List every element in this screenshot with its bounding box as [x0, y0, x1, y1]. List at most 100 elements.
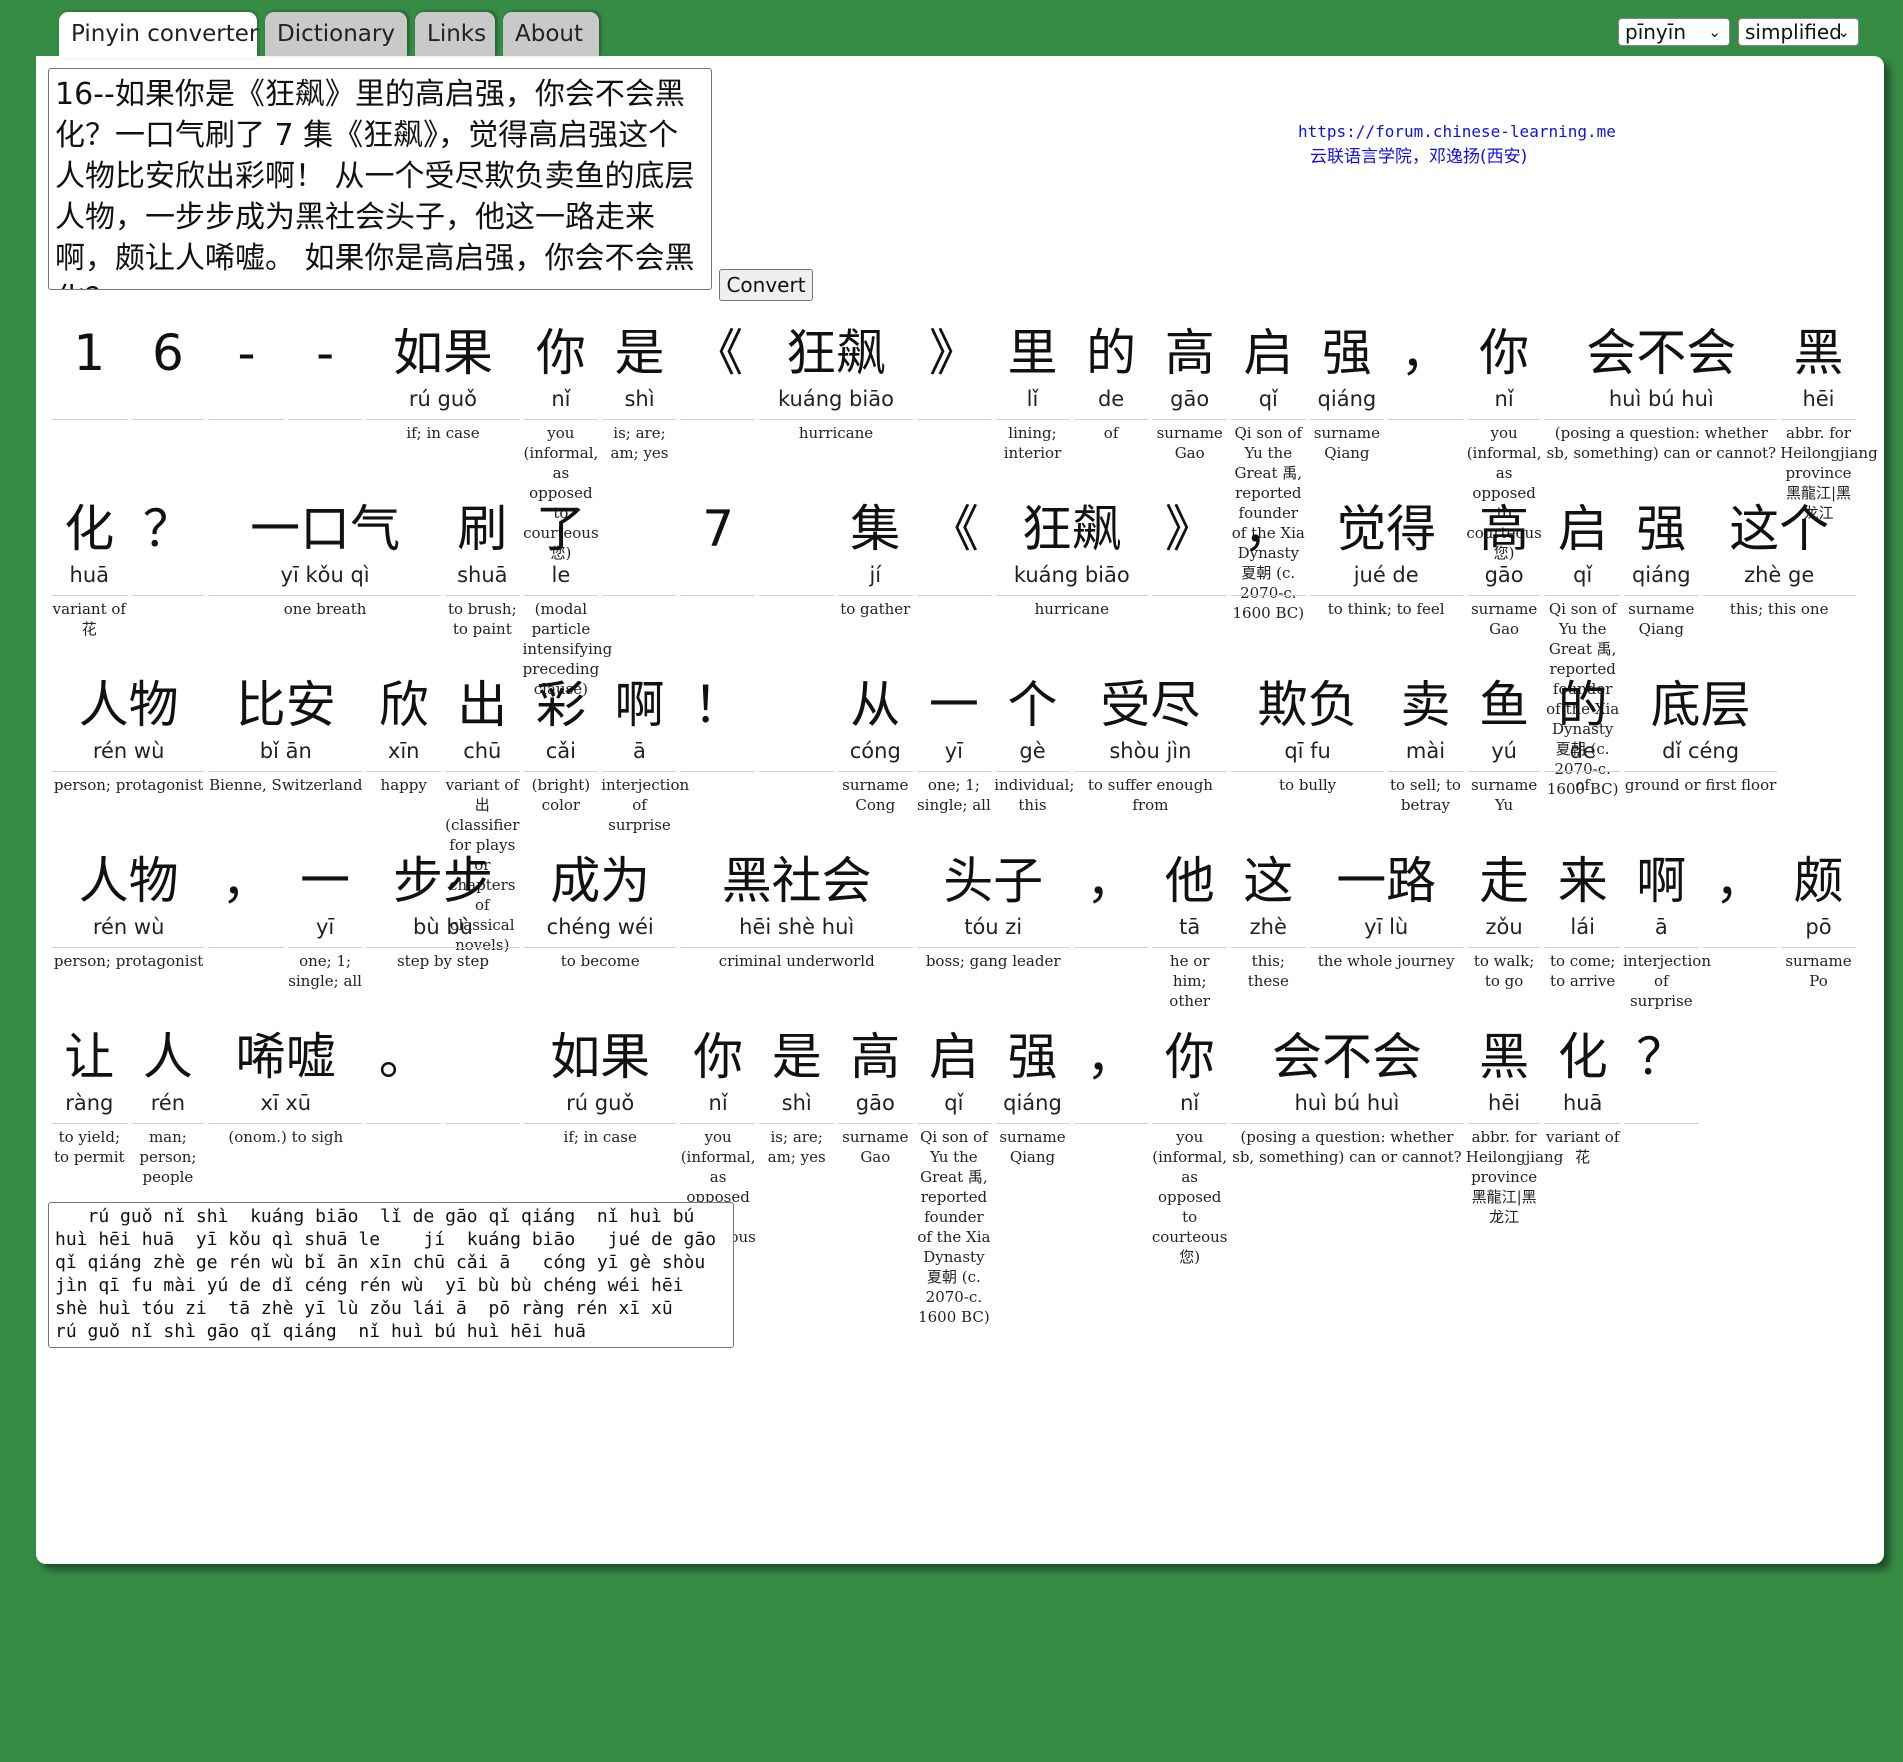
convert-button[interactable]: Convert [719, 269, 813, 301]
gloss: to bully [1279, 776, 1337, 794]
gloss: one breath [283, 600, 367, 618]
tab-dictionary[interactable]: Dictionary [265, 12, 407, 56]
pinyin: nǐ [1494, 387, 1514, 411]
hanzi: 。 [378, 1028, 429, 1086]
divider [602, 595, 677, 596]
pinyin-output-textarea[interactable]: rú guǒ nǐ shì kuáng biāo lǐ de gāo qǐ qi… [48, 1202, 734, 1348]
hanzi: ， [1714, 852, 1765, 910]
gloss: one; 1; single; all [916, 776, 991, 814]
pinyin: cǎi [545, 739, 577, 763]
pinyin: xīn [387, 739, 420, 763]
pinyin: jué de [1353, 563, 1419, 587]
divider [1466, 419, 1542, 420]
pinyin: mài [1405, 739, 1446, 763]
pinyin: yī [944, 739, 964, 763]
pinyin: qǐ [944, 1091, 964, 1115]
gloss: ground or first floor [1624, 776, 1777, 794]
pinyin: rén [150, 1091, 186, 1115]
divider [287, 947, 363, 948]
hanzi: ？ [142, 500, 193, 558]
pinyin: bǐ ān [259, 739, 312, 763]
hanzi: 是 [614, 324, 665, 382]
divider [995, 419, 1070, 420]
divider [209, 595, 441, 596]
divider [1466, 595, 1542, 596]
pinyin: huì bú huì [1294, 1091, 1400, 1115]
divider [1624, 1123, 1699, 1124]
pinyin: yī kǒu qì [280, 563, 370, 587]
gloss: to yield; to permit [54, 1128, 125, 1166]
gloss: he or him; other [1169, 952, 1211, 1010]
pinyin: qiáng [1631, 563, 1691, 587]
hanzi: 集 [850, 500, 901, 558]
tab-pinyin-converter[interactable]: Pinyin converter [59, 12, 258, 58]
word-row: 让 ràng to yield; to permit 人 rén man; person;… [50, 1023, 1890, 1326]
pinyin: qiáng [1003, 1091, 1062, 1115]
hanzi: 欺负 [1257, 676, 1358, 734]
pinyin: tóu zi [964, 915, 1023, 939]
divider [523, 947, 677, 948]
pinyin: nǐ [1180, 1091, 1200, 1115]
pinyin: kuáng biāo [1013, 563, 1130, 587]
divider [1545, 595, 1620, 596]
pinyin: zǒu [1485, 915, 1523, 939]
pinyin: zhè [1249, 915, 1287, 939]
divider [1545, 419, 1778, 420]
hanzi: ， [221, 852, 272, 910]
hanzi: 一 [928, 676, 979, 734]
hanzi: 如果 [550, 1028, 651, 1086]
divider [52, 595, 127, 596]
pinyin: tā [1179, 915, 1201, 939]
tab-links[interactable]: Links [415, 12, 495, 56]
hanzi: 强 [1007, 1028, 1058, 1086]
hanzi: 唏嘘 [235, 1028, 336, 1086]
hanzi: 》 [1164, 500, 1215, 558]
script-select[interactable]: simplified ⌄ [1738, 18, 1859, 46]
divider [52, 771, 206, 772]
hanzi: 一口气 [250, 500, 401, 558]
divider [680, 1123, 756, 1124]
word-row: 化 huā variant of 花 ？ 一口气 yī kǒu qì one breath 刷… [50, 495, 1890, 798]
hanzi: 高 [850, 1028, 901, 1086]
school-credit: 云联语言学院，邓逸扬(西安) [1310, 147, 1528, 167]
pinyin: shì [624, 387, 655, 411]
divider [759, 419, 913, 420]
gloss: (bright) color [531, 776, 591, 814]
pinyin: de [1569, 739, 1596, 763]
hanzi: 会不会 [1586, 324, 1737, 382]
tab-about[interactable]: About [503, 12, 599, 56]
pinyin: gāo [1170, 387, 1210, 411]
pinyin-mode-select[interactable]: pīnyīn ⌄ [1618, 18, 1730, 46]
divider [52, 419, 127, 420]
hanzi: 你 [535, 324, 586, 382]
forum-link[interactable]: https://forum.chinese-learning.me [1298, 122, 1616, 141]
divider [1309, 947, 1463, 948]
divider [209, 947, 284, 948]
chinese-text-input[interactable]: 16--如果你是《狂飙》里的高启强，你会不会黑化？一口气刷了 7 集《狂飙》，觉… [48, 68, 712, 290]
gloss: surname Gao [842, 1128, 909, 1166]
pinyin: bù bù [413, 915, 473, 939]
hanzi [757, 497, 836, 561]
hanzi: 的 [1557, 676, 1608, 734]
hanzi: 从 [850, 676, 901, 734]
gloss: one; 1; single; all [288, 952, 362, 990]
divider [523, 595, 599, 596]
divider [1231, 595, 1306, 596]
pinyin: huā [69, 563, 110, 587]
divider [759, 595, 834, 596]
hanzi: 强 [1636, 500, 1687, 558]
divider [1466, 1123, 1542, 1124]
hanzi: 会不会 [1271, 1028, 1422, 1086]
hanzi: 彩 [535, 676, 586, 734]
word-row: 1 6- - 如果 rú guǒ if; in case 你 nǐ you (informal,… [50, 319, 1890, 622]
divider [1466, 771, 1542, 772]
hanzi: 让 [64, 1028, 115, 1086]
gloss: surname Gao [1470, 600, 1538, 638]
divider [916, 947, 1070, 948]
hanzi: - [237, 324, 256, 382]
pinyin: lǐ [1026, 387, 1039, 411]
hanzi: 7 [702, 500, 734, 558]
divider [602, 419, 677, 420]
gloss: Qi son of Yu the Great 禹, reported found… [917, 1128, 991, 1326]
divider [916, 595, 992, 596]
